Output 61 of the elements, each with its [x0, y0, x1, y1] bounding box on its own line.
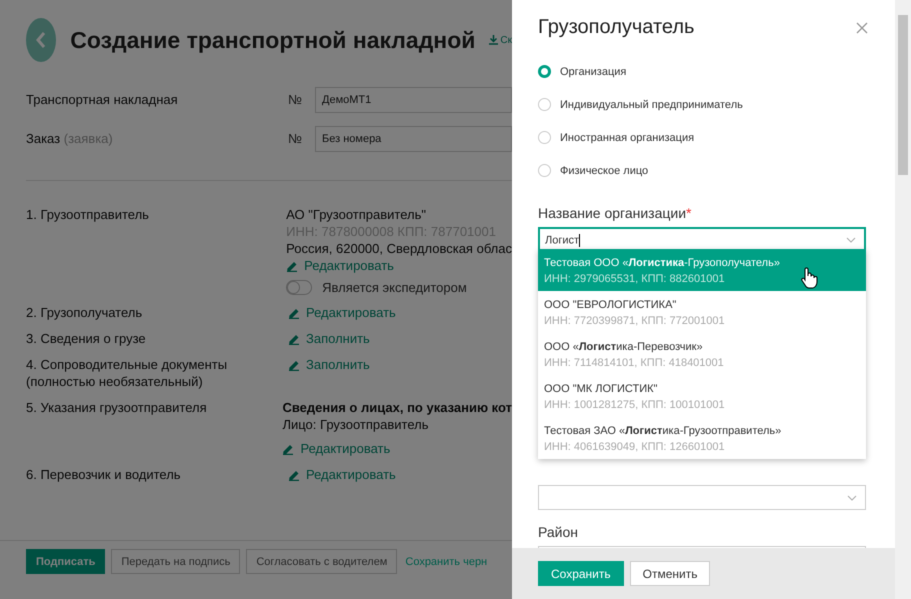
section-label: 3. Сведения о грузе — [26, 330, 147, 347]
hand-cursor-icon — [800, 267, 818, 289]
section-text: АО "Грузоотправитель" — [286, 206, 426, 223]
pencil-icon — [288, 306, 300, 318]
footer-button[interactable]: Согласовать с водителем — [246, 549, 398, 574]
edit-link[interactable]: Редактировать — [288, 304, 396, 321]
scrollbar[interactable] — [895, 0, 911, 599]
dialog-button[interactable]: Сохранить — [538, 561, 624, 586]
type-radio[interactable]: Иностранная организация — [538, 121, 866, 154]
footer-button[interactable]: Подписать — [26, 549, 106, 574]
footer-button[interactable]: Передать на подпись — [111, 549, 240, 574]
number-sign: № — [288, 131, 303, 146]
chevron-down-icon — [846, 237, 856, 243]
close-icon[interactable] — [856, 22, 868, 34]
section-text: Лицо: Грузоотправитель — [282, 416, 428, 433]
suggestion-item[interactable]: ООО "МК ЛОГИСТИК" ИНН: 1001281275, КПП: 100101001 — [538, 375, 866, 417]
suggestion-item[interactable]: Тестовая ЗАО «Логистика-Грузоотправитель» ИНН: 4061639049, КПП: 126601001 — [538, 417, 866, 459]
edit-link[interactable]: Редактировать — [282, 440, 390, 457]
number-sign: № — [288, 92, 303, 107]
section-label: 4. Сопроводительные документы (полностью необязательный) — [26, 356, 228, 390]
download-link[interactable]: Ск — [489, 34, 512, 46]
suggestion-item[interactable]: ООО "ЕВРОЛОГИСТИКА" ИНН: 7720399871, КПП: 772001001 — [538, 291, 866, 333]
pencil-icon — [288, 332, 300, 344]
edit-link[interactable]: Заполнить — [288, 330, 370, 347]
edit-link[interactable]: Заполнить — [288, 356, 370, 373]
pencil-icon — [282, 442, 294, 454]
district-label: Район — [538, 524, 579, 540]
number-input[interactable]: Без номера — [315, 126, 512, 152]
section-label: 1. Грузоотправитель — [26, 206, 150, 224]
type-radio[interactable]: Организация — [538, 55, 866, 88]
download-icon — [489, 35, 498, 45]
chevron-down-icon — [847, 494, 857, 500]
dialog-title: Грузополучатель — [538, 16, 694, 39]
type-radio[interactable]: Индивидуальный предприниматель — [538, 88, 866, 121]
section-text: Сведения о лицах, по указанию кот — [282, 399, 512, 416]
back-button[interactable] — [26, 18, 56, 62]
number-input[interactable]: ДемоМТ1 — [315, 86, 512, 112]
org-name-label: Название организации* — [538, 205, 692, 221]
pencil-icon — [288, 468, 300, 480]
section-label: 5. Указания грузоотправителя — [26, 399, 208, 417]
radio-circle[interactable] — [538, 65, 551, 78]
edit-link[interactable]: Редактировать — [286, 257, 394, 274]
radio-circle[interactable] — [538, 164, 551, 177]
dialog-button[interactable]: Отменить — [630, 561, 710, 586]
toggle-label: Является экспедитором — [322, 280, 467, 295]
edit-link[interactable]: Редактировать — [288, 466, 396, 483]
required-mark: * — [686, 205, 692, 221]
region-select[interactable] — [538, 485, 866, 510]
suggestion-item[interactable]: Тестовая ООО «Логистика-Грузополучатель» ИНН: 2979065531, КПП: 882601001 — [538, 249, 866, 291]
section-label: 6. Перевозчик и водитель — [26, 466, 182, 483]
radio-circle[interactable] — [538, 98, 551, 111]
section-label: 2. Грузополучатель — [26, 304, 144, 321]
type-radio[interactable]: Физическое лицо — [538, 154, 866, 187]
pencil-icon — [286, 260, 298, 272]
pencil-icon — [288, 358, 300, 370]
suggestion-item[interactable]: ООО «Логистика-Перевозчик» ИНН: 7114814101, КПП: 418401001 — [538, 333, 866, 375]
page-title: Создание транспортной накладной — [70, 26, 476, 54]
field-label: Транспортная накладная — [26, 92, 179, 107]
section-text: Россия, 620000, Свердловская облас — [286, 240, 512, 257]
toggle-switch[interactable] — [286, 280, 312, 295]
radio-circle[interactable] — [538, 131, 551, 144]
